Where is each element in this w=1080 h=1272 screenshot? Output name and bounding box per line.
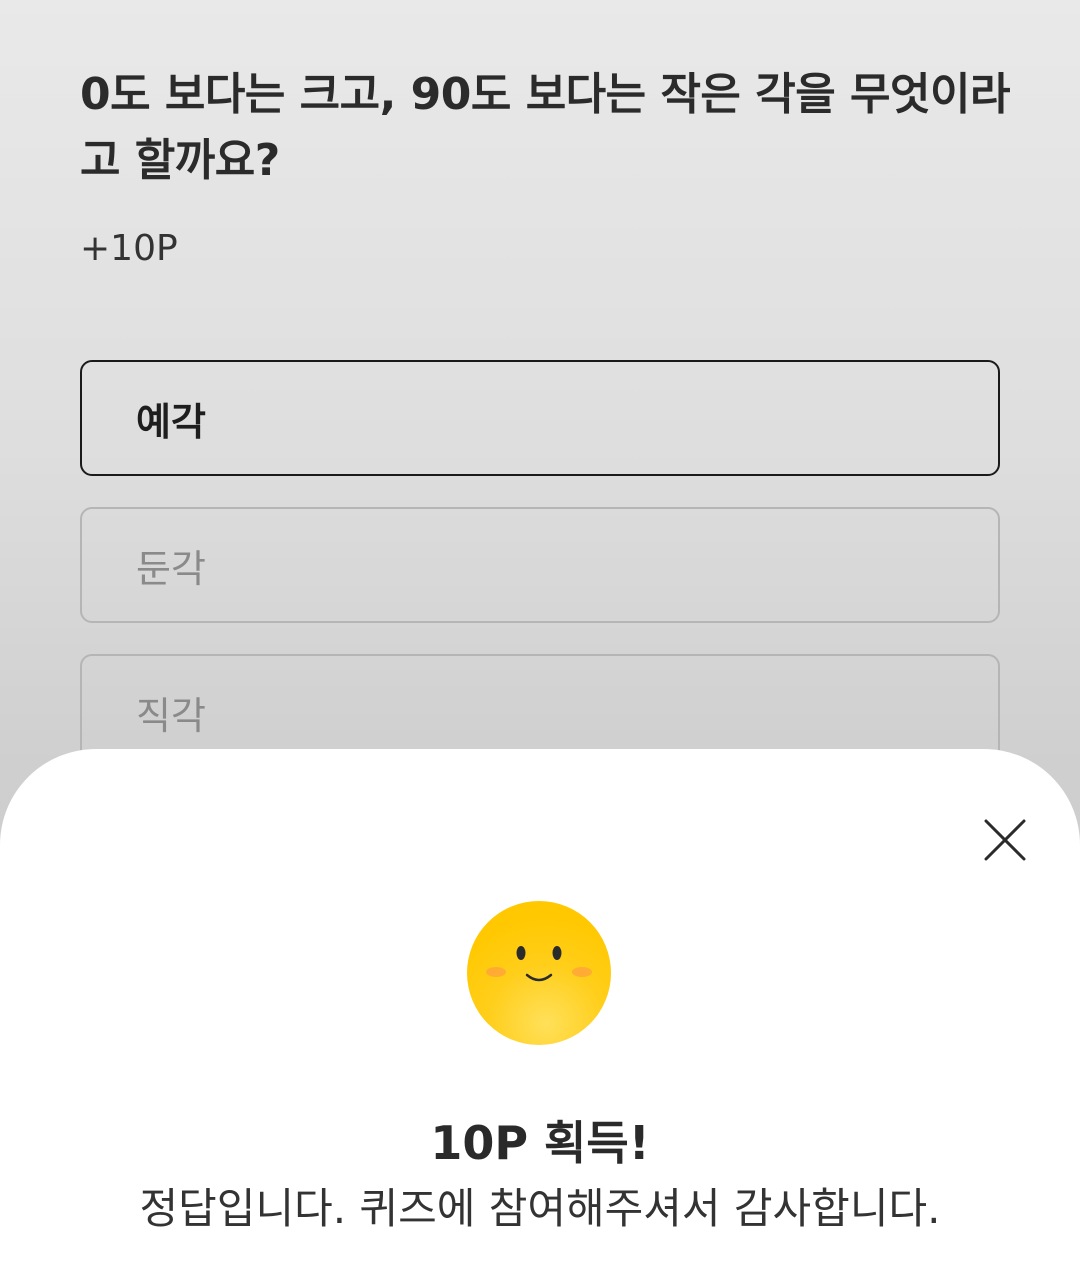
option-obtuse-angle[interactable]: 둔각: [80, 507, 1000, 623]
close-icon: [984, 819, 1026, 861]
reward-title: 10P 획득!: [430, 1116, 650, 1170]
result-bottom-sheet: 10P 획득! 정답입니다. 퀴즈에 참여해주셔서 감사합니다.: [0, 749, 1080, 1272]
quiz-screen: 0도 보다는 크고, 90도 보다는 작은 각을 무엇이라고 할까요? +10P…: [0, 0, 1080, 770]
option-label: 예각: [136, 399, 206, 444]
option-label: 둔각: [136, 546, 206, 591]
smiling-face-icon: [466, 901, 612, 1047]
reward-points: +10P: [80, 228, 178, 269]
result-message: 정답입니다. 퀴즈에 참여해주셔서 감사합니다.: [139, 1184, 941, 1233]
option-label: 직각: [136, 693, 206, 738]
option-acute-angle[interactable]: 예각: [80, 360, 1000, 476]
quiz-question: 0도 보다는 크고, 90도 보다는 작은 각을 무엇이라고 할까요?: [80, 69, 1010, 186]
close-button[interactable]: [982, 817, 1028, 863]
